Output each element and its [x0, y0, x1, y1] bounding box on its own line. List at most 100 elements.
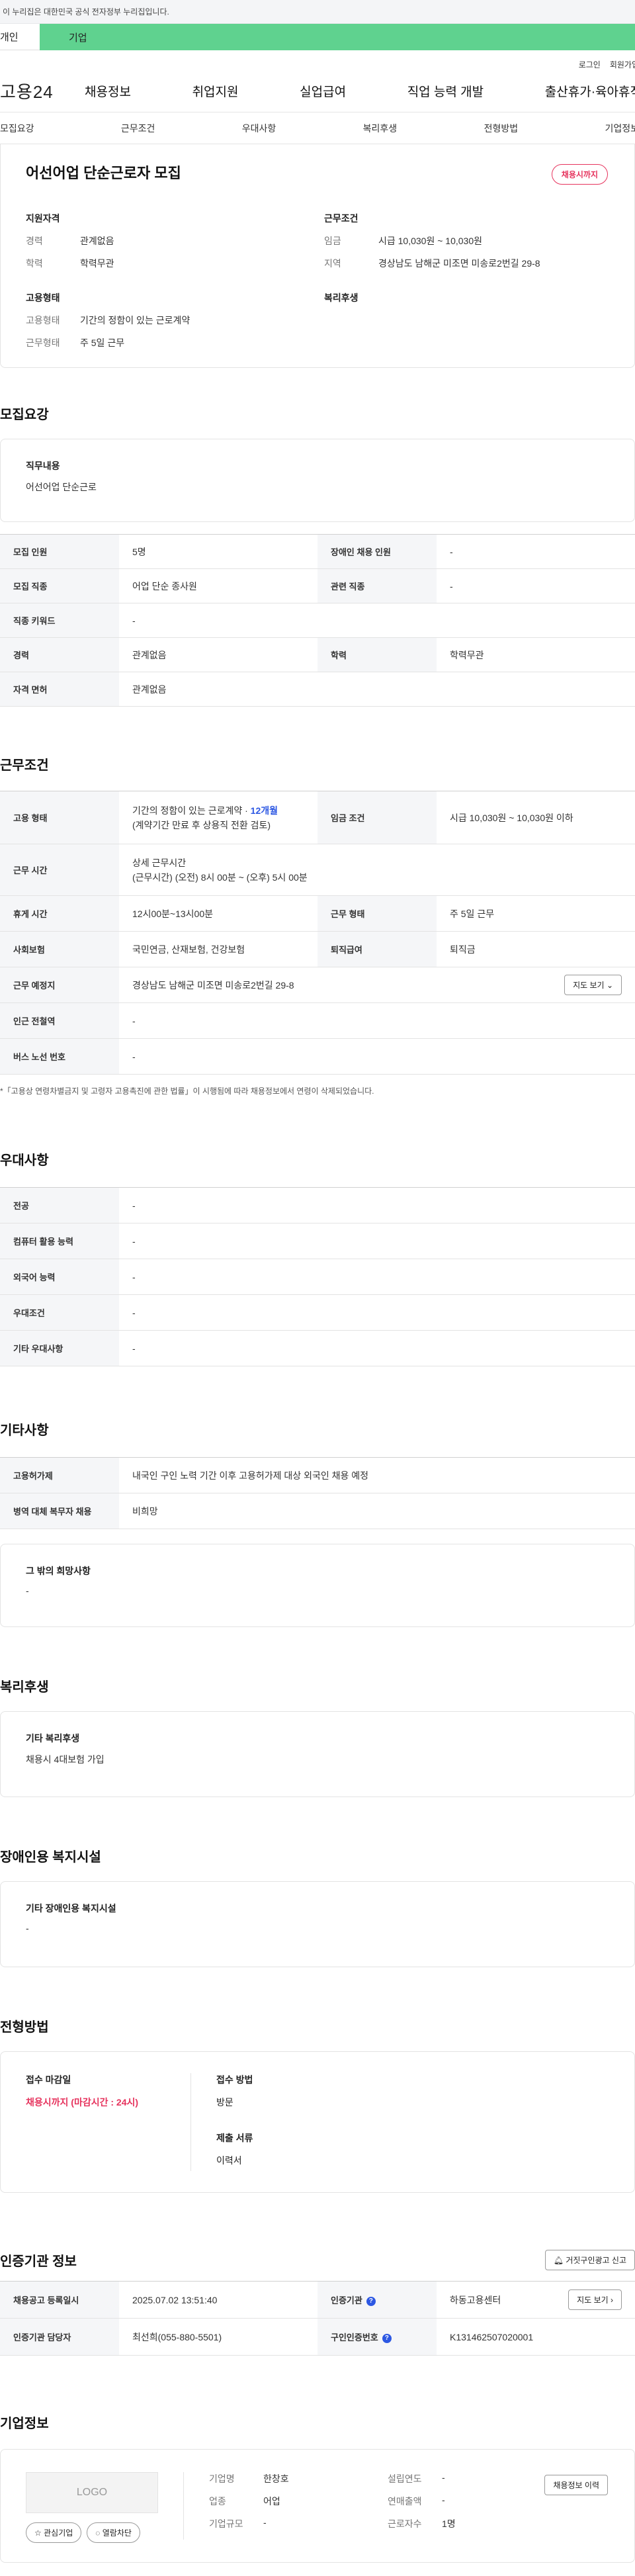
employment-type-value: 기간의 정함이 있는 근로계약 ·	[132, 805, 251, 816]
table-row: 인증기관 담당자 최선희(055-880-5501) 구인인증번호? K131462…	[0, 2318, 635, 2356]
table-row: 고용허가제 내국인 구인 노력 기간 이후 고용허가제 대상 외국인 채용 예정	[0, 1457, 635, 1493]
company-title: 기업정보	[0, 2417, 49, 2431]
other-wishes-value: -	[26, 1585, 29, 1596]
hours-value: (근무시간) (오전) 8시 00분 ~ (오후) 5시 00분	[132, 871, 308, 883]
selection-section: 전형방법 접수 마감일 채용시까지 (마감시간 : 24시) 접수 방법 방문 …	[0, 2016, 635, 2193]
company-name: 기업명 한창호	[209, 2473, 289, 2484]
employment-type-heading: 고용형태	[26, 292, 60, 303]
work-table: 고용 형태 기간의 정함이 있는 근로계약 · 12개월 (계약기간 만료 후 …	[0, 791, 635, 1075]
company-size: 기업규모 -	[209, 2517, 267, 2529]
anchor-selection[interactable]: 전형방법	[484, 122, 519, 135]
nav-unemployment-benefit[interactable]: 실업급여	[300, 82, 346, 100]
block-view-button[interactable]: ◌ 열람차단	[87, 2522, 140, 2543]
docs-value: 이력서	[216, 2155, 242, 2166]
table-row: 모집 인원 5명 장애인 채용 인원 -	[0, 534, 635, 569]
etc-table: 고용허가제 내국인 구인 노력 기간 이후 고용허가제 대상 외국인 채용 예정 …	[0, 1457, 635, 1529]
docs-heading: 제출 서류	[216, 2133, 253, 2143]
job-summary-card: 어선어업 단순근로자 모집 채용시까지 지원자격 경력 관계없음 학력 학력무관 근…	[0, 144, 635, 368]
etc-title: 기타사항	[0, 1423, 49, 1438]
duty-heading: 직무내용	[26, 461, 60, 471]
summary-wage: 임금 시급 10,030원 ~ 10,030원	[324, 236, 483, 246]
wage-value: 시급 10,030원 ~ 10,030원 이하	[437, 791, 635, 844]
method-value: 방문	[216, 2097, 233, 2108]
table-row: 인근 전철역 -	[0, 1002, 635, 1039]
section-anchor-nav: 모집요강 근무조건 우대사항 복리후생 전형방법 기업정보	[0, 112, 635, 144]
site-logo[interactable]: 고용24	[0, 79, 85, 103]
company-logo: LOGO	[26, 2472, 158, 2513]
disabled-facility-title: 장애인용 복지시설	[0, 1850, 101, 1865]
question-icon[interactable]: ?	[366, 2296, 376, 2306]
cert-title: 인증기관 정보	[0, 2254, 77, 2269]
table-row: 자격 면허 관계없음	[0, 672, 635, 707]
anchor-welfare[interactable]: 복리후생	[363, 122, 398, 135]
favorite-company-button[interactable]: ☆ 관심기업	[26, 2522, 82, 2543]
selection-box: 접수 마감일 채용시까지 (마감시간 : 24시) 접수 방법 방문 제출 서류…	[0, 2051, 635, 2193]
table-row: 외국어 능력 -	[0, 1259, 635, 1295]
summary-education: 학력 학력무관	[26, 258, 114, 269]
summary-work-type: 근무형태 주 5일 근무	[26, 337, 125, 348]
signup-link[interactable]: 회원가입	[610, 59, 635, 70]
method-heading: 접수 방법	[216, 2074, 253, 2085]
login-link[interactable]: 로그인	[579, 59, 601, 70]
recruit-title: 모집요강	[0, 408, 49, 422]
star-icon: ☆	[34, 2528, 42, 2538]
anchor-recruit[interactable]: 모집요강	[0, 122, 34, 135]
anchor-preference[interactable]: 우대사항	[242, 122, 276, 135]
job-title: 어선어업 단순근로자 모집	[26, 165, 181, 181]
cert-section: 인증기관 정보 🔔︎ 거짓구인광고 신고 채용공고 등록일시 2025.07.02…	[0, 2250, 635, 2356]
table-row: 병역 대체 복무자 채용 비희망	[0, 1493, 635, 1529]
nav-skills-development[interactable]: 직업 능력 개발	[407, 82, 484, 100]
welfare-heading: 복리후생	[324, 292, 359, 303]
disabled-facility-heading: 기타 장애인용 복지시설	[26, 1903, 116, 1914]
anchor-work[interactable]: 근무조건	[121, 122, 155, 135]
table-row: 사회보험 국민연금, 산재보험, 건강보험 퇴직급여 퇴직금	[0, 931, 635, 967]
cert-table: 채용공고 등록일시 2025.07.02 13:51:40 인증기관? 하동고용센…	[0, 2281, 635, 2356]
company-industry: 업종 어업	[209, 2496, 280, 2507]
nav-jobs[interactable]: 채용정보	[85, 82, 131, 100]
cert-map-button[interactable]: 지도 보기 ›	[568, 2289, 622, 2310]
disabled-facility-value: -	[26, 1923, 29, 1933]
bell-icon: 🔔︎	[553, 2256, 564, 2265]
utility-links: 로그인 회원가입	[0, 50, 635, 70]
chevron-right-icon: ›	[611, 2295, 613, 2305]
welfare-box: 기타 복리후생 채용시 4대보험 가입	[0, 1711, 635, 1797]
duty-box: 직무내용 어선어업 단순근로	[0, 439, 635, 522]
deadline-value: 채용시까지 (마감시간 : 24시)	[26, 2097, 139, 2108]
chevron-down-icon: ⌄	[606, 981, 613, 990]
etc-section: 기타사항 고용허가제 내국인 구인 노력 기간 이후 고용허가제 대상 외국인 채…	[0, 1419, 635, 1627]
company-revenue: 연매출액 -	[388, 2495, 445, 2507]
company-employees: 근로자수 1명	[388, 2518, 456, 2529]
deadline-heading: 접수 마감일	[26, 2074, 71, 2085]
summary-employment-type: 고용형태 기간의 정함이 있는 근로계약	[26, 315, 190, 326]
tab-personal[interactable]: 개인	[0, 24, 40, 50]
table-row: 근무 시간 상세 근무시간 (근무시간) (오전) 8시 00분 ~ (오후) …	[0, 844, 635, 896]
welfare-box-value: 채용시 4대보험 가입	[26, 1754, 105, 1765]
main-nav: 고용24 채용정보 취업지원 실업급여 직업 능력 개발 출산휴가·육아휴직	[0, 70, 635, 112]
map-view-button[interactable]: 지도 보기 ⌄	[564, 975, 622, 995]
report-false-ad-button[interactable]: 🔔︎ 거짓구인광고 신고	[544, 2250, 635, 2270]
anchor-company[interactable]: 기업정보	[605, 122, 635, 135]
circle-icon: ◌	[95, 2528, 101, 2538]
employment-type-note: (계약기간 만료 후 상용직 전환 검토)	[132, 819, 271, 830]
age-notice: *「고용상 연령차별금지 및 고령자 고용촉진에 관한 법률」이 시행됨에 따라…	[0, 1087, 374, 1096]
table-row: 휴게 시간 12시00분~13시00분 근무 형태 주 5일 근무	[0, 895, 635, 932]
deadline-badge: 채용시까지	[551, 164, 608, 185]
table-row: 기타 우대사항 -	[0, 1330, 635, 1366]
work-title: 근무조건	[0, 758, 49, 773]
welfare-box-heading: 기타 복리후생	[26, 1733, 80, 1744]
table-row: 근무 예정지 경상남도 남해군 미조면 미송로2번길 29-8 지도 보기 ⌄	[0, 967, 635, 1003]
user-type-tabs: 개인 기업	[0, 24, 635, 50]
question-icon[interactable]: ?	[382, 2333, 392, 2343]
company-section: 기업정보 LOGO ☆ 관심기업 ◌ 열람차단 기업명 한창호 업종 어업 기업규모…	[0, 2413, 635, 2563]
company-card: LOGO ☆ 관심기업 ◌ 열람차단 기업명 한창호 업종 어업 기업규모 - 설립연…	[0, 2449, 635, 2563]
table-row: 경력 관계없음 학력 학력무관	[0, 637, 635, 672]
nav-employment-support[interactable]: 취업지원	[192, 82, 239, 100]
table-row: 채용공고 등록일시 2025.07.02 13:51:40 인증기관? 하동고용센…	[0, 2281, 635, 2319]
job-history-button[interactable]: 채용정보 이력	[544, 2475, 608, 2495]
recruit-section: 모집요강 직무내용 어선어업 단순근로 모집 인원 5명 장애인 채용 인원 - 모…	[0, 404, 635, 707]
work-place-value: 경상남도 남해군 미조면 미송로2번길 29-8	[132, 979, 294, 991]
disabled-facility-box: 기타 장애인용 복지시설 -	[0, 1881, 635, 1967]
tab-company[interactable]: 기업	[40, 24, 635, 50]
table-row: 버스 노선 번호 -	[0, 1038, 635, 1075]
nav-maternity-leave[interactable]: 출산휴가·육아휴직	[545, 82, 635, 100]
